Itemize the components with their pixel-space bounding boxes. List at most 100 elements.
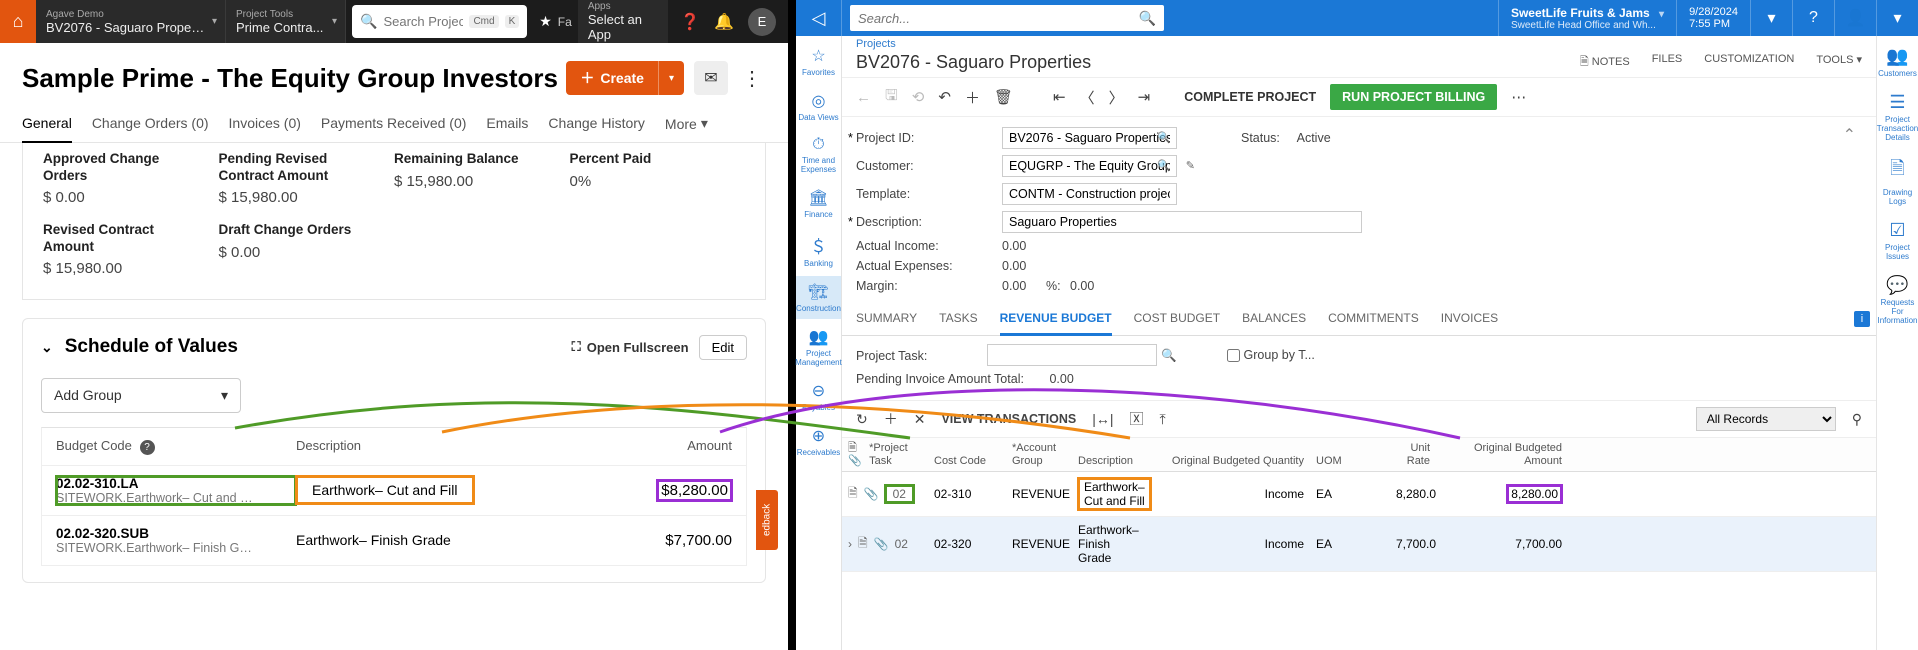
search-icon[interactable]: 🔍	[1139, 10, 1156, 27]
delete-icon[interactable]: 🗑	[994, 88, 1013, 106]
global-search[interactable]: 🔍	[850, 5, 1164, 31]
tab-invoices[interactable]: Invoices (0)	[229, 109, 301, 142]
chevron-down-icon[interactable]: ▾	[1876, 0, 1918, 36]
org-project-dropdown[interactable]: Agave Demo BV2076 - Saguaro Propert... ▾	[36, 0, 226, 43]
tab-emails[interactable]: Emails	[486, 109, 528, 142]
apps-dropdown[interactable]: Apps Select an App	[578, 0, 668, 43]
clip-icon[interactable]: 📎	[864, 487, 879, 501]
grid-row[interactable]: ›🗎📎 02 02-320 REVENUE Earthwork– Finish …	[842, 517, 1876, 572]
table-row[interactable]: 02.02-320.SUBSITEWORK.Earthwork– Finish …	[42, 515, 746, 565]
chevron-down-icon[interactable]: ▾	[658, 61, 684, 95]
last-icon[interactable]: ⇥	[1138, 88, 1151, 106]
sidebar-project-issues[interactable]: ☑Project Issues	[1877, 220, 1918, 261]
search-project[interactable]: 🔍 Cmd K	[352, 5, 527, 38]
info-icon[interactable]: i	[1854, 311, 1870, 327]
tab-payments[interactable]: Payments Received (0)	[321, 109, 467, 142]
add-row-icon[interactable]: ＋	[884, 409, 898, 429]
tab-change-orders[interactable]: Change Orders (0)	[92, 109, 209, 142]
sidebar-drawing-logs[interactable]: 🗎Drawing Logs	[1877, 156, 1918, 206]
filter-icon[interactable]: ⚲	[1852, 411, 1862, 428]
upload-icon[interactable]: ⤒	[1159, 411, 1165, 428]
search-project-input[interactable]	[383, 14, 463, 29]
back-icon[interactable]: ←	[856, 89, 871, 106]
tab-balances[interactable]: BALANCES	[1242, 311, 1306, 335]
grid-row[interactable]: 🗎📎 02 02-310 REVENUE Earthwork– Cut and …	[842, 472, 1876, 517]
search-icon[interactable]: 🔍	[1157, 131, 1171, 144]
global-search-input[interactable]	[858, 11, 1139, 26]
help-icon[interactable]: ❓	[680, 12, 700, 32]
sidebar-item-payables[interactable]: ⊖Payables	[796, 375, 841, 418]
avatar[interactable]: E	[748, 8, 776, 36]
back-icon[interactable]: ◁	[796, 0, 842, 36]
description-field[interactable]	[1002, 211, 1362, 233]
refresh-icon[interactable]: ↻	[856, 411, 868, 428]
fit-icon[interactable]: |↔|	[1092, 411, 1113, 427]
home-icon[interactable]: ⌂	[0, 0, 36, 43]
first-icon[interactable]: ⇤	[1053, 88, 1066, 106]
tab-general[interactable]: General	[22, 109, 72, 143]
sidebar-item-finance[interactable]: 🏛Finance	[796, 182, 841, 225]
table-row[interactable]: 02.02-310.LASITEWORK.Earthwork– Cut and …	[42, 465, 746, 515]
open-fullscreen[interactable]: ⛶Open Fullscreen	[572, 339, 689, 355]
tab-tasks[interactable]: TASKS	[939, 311, 977, 335]
create-button[interactable]: ＋Create ▾	[566, 61, 684, 95]
tab-history[interactable]: Change History	[548, 109, 645, 142]
next-icon[interactable]: 〉	[1109, 87, 1124, 108]
sidebar-transactions[interactable]: ☰Project Transaction Details	[1877, 92, 1918, 142]
complete-project-button[interactable]: COMPLETE PROJECT	[1184, 90, 1316, 104]
sidebar-customers[interactable]: 👥Customers	[1878, 46, 1917, 78]
more-icon[interactable]: ⋮	[738, 66, 766, 91]
note-icon[interactable]: 🗎	[848, 484, 858, 505]
help-icon[interactable]: ?	[140, 440, 155, 455]
sidebar-item-time[interactable]: ⏱Time and Expenses	[796, 130, 841, 180]
collapse-icon[interactable]: ⌃	[1843, 125, 1856, 145]
mail-icon[interactable]: ✉	[694, 61, 728, 95]
sidebar-item-banking[interactable]: ＄Banking	[796, 227, 841, 274]
sidebar-item-receivables[interactable]: ⊕Receivables	[796, 420, 841, 463]
project-task-filter[interactable]	[987, 344, 1157, 366]
note-icon[interactable]: 🗎	[858, 534, 868, 555]
tab-cost-budget[interactable]: COST BUDGET	[1134, 311, 1220, 335]
prev-icon[interactable]: 〈	[1080, 87, 1095, 108]
tab-more[interactable]: More ▾	[665, 109, 708, 142]
chevron-down-icon[interactable]: ▾	[1750, 0, 1792, 36]
clip-icon[interactable]: 📎	[874, 537, 889, 551]
tools-link[interactable]: TOOLS ▾	[1816, 53, 1862, 72]
tab-commitments[interactable]: COMMITMENTS	[1328, 311, 1419, 335]
undo-icon[interactable]: ↶	[938, 88, 951, 106]
delete-row-icon[interactable]: ✕	[914, 411, 926, 428]
tool-dropdown[interactable]: Project Tools Prime Contra... ▾	[226, 0, 346, 43]
view-transactions[interactable]: VIEW TRANSACTIONS	[941, 412, 1076, 426]
user-icon[interactable]: 👤	[1834, 0, 1876, 36]
add-group-select[interactable]: Add Group ▾	[41, 378, 241, 413]
customer-field[interactable]	[1002, 155, 1177, 177]
feedback-tab[interactable]: edback	[756, 490, 778, 550]
project-id-field[interactable]	[1002, 127, 1177, 149]
sidebar-rfis[interactable]: 💬Requests For Information	[1877, 275, 1918, 325]
chevron-down-icon[interactable]: ⌄	[41, 339, 53, 356]
edit-button[interactable]: Edit	[699, 335, 747, 360]
business-date[interactable]: 9/28/2024 7:55 PM	[1676, 0, 1750, 36]
sidebar-item-construction[interactable]: 🏗Construction	[796, 276, 841, 319]
add-icon[interactable]: ＋	[965, 87, 980, 108]
edit-icon[interactable]: ✎	[1186, 159, 1195, 172]
split-divider[interactable]	[788, 0, 796, 650]
records-filter[interactable]: All Records	[1696, 407, 1836, 431]
tab-invoices[interactable]: INVOICES	[1441, 311, 1498, 335]
template-field[interactable]	[1002, 183, 1177, 205]
group-by-task[interactable]: Group by T...	[1227, 348, 1315, 362]
help-icon[interactable]: ?	[1792, 0, 1834, 36]
tab-summary[interactable]: SUMMARY	[856, 311, 917, 335]
save-icon[interactable]: 🖫	[885, 85, 898, 110]
sidebar-item-pm[interactable]: 👥Project Management	[796, 321, 841, 373]
discard-icon[interactable]: ⟲	[912, 88, 925, 106]
run-billing-button[interactable]: RUN PROJECT BILLING	[1330, 84, 1497, 110]
files-link[interactable]: FILES	[1652, 53, 1683, 72]
tab-revenue-budget[interactable]: REVENUE BUDGET	[1000, 311, 1112, 336]
more-icon[interactable]: ⋯	[1511, 88, 1526, 106]
customization-link[interactable]: CUSTOMIZATION	[1704, 53, 1794, 72]
search-icon[interactable]: 🔍	[1157, 159, 1171, 172]
bell-icon[interactable]: 🔔	[714, 12, 734, 32]
company-selector[interactable]: SweetLife Fruits & Jams ▾ SweetLife Head…	[1498, 0, 1676, 36]
star-icon[interactable]: ★	[533, 0, 558, 43]
